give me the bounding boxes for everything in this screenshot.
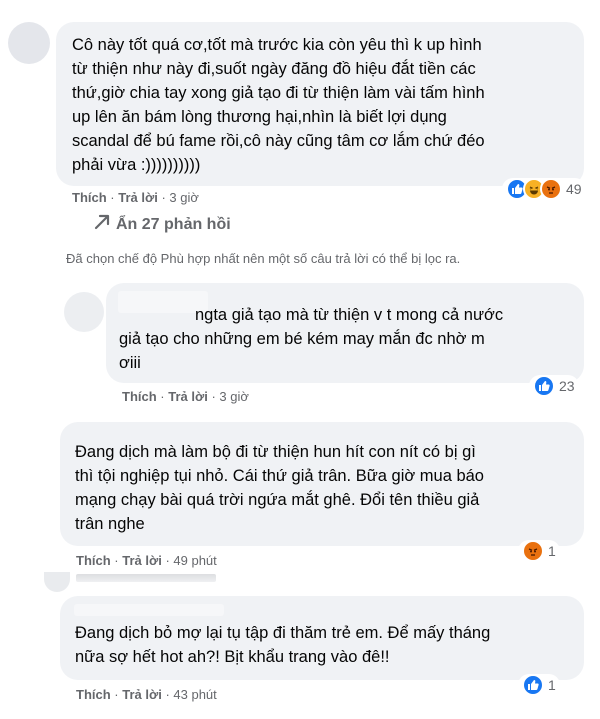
like-link[interactable]: Thích (76, 553, 111, 568)
reaction-count[interactable]: 23 (559, 378, 575, 394)
reaction-count[interactable]: 1 (548, 543, 556, 559)
like-link[interactable]: Thích (122, 389, 157, 404)
reaction-summary[interactable]: 49 (502, 178, 586, 200)
comment-time[interactable]: 3 giờ (169, 190, 199, 205)
avatar[interactable] (8, 22, 50, 64)
like-reaction-icon (533, 375, 555, 397)
angry-reaction-icon (522, 540, 544, 562)
filter-notice: Đã chọn chế độ Phù hợp nhất nên một số c… (66, 251, 461, 266)
reaction-summary[interactable]: 1 (518, 674, 560, 696)
comment-text: ngta giả tạo mà từ thiện v t mong cả nướ… (119, 306, 504, 372)
reply-link[interactable]: Trả lời (122, 687, 162, 702)
comment-text: Cô này tốt quá cơ,tốt mà trước kia còn y… (72, 36, 485, 174)
comment-actions: Thích · Trả lời · 43 phút (76, 687, 217, 702)
like-link[interactable]: Thích (76, 687, 111, 702)
avatar[interactable] (64, 292, 104, 332)
comment-time[interactable]: 3 giờ (219, 389, 249, 404)
reply-link[interactable]: Trả lời (118, 190, 158, 205)
reaction-summary[interactable]: 23 (529, 375, 579, 397)
reaction-count[interactable]: 1 (548, 677, 556, 693)
comment-text: Đang dịch mà làm bộ đi từ thiện hun hít … (75, 443, 484, 533)
reply-link[interactable]: Trả lời (168, 389, 208, 404)
comment-text: Đang dịch bỏ mợ lại tụ tập đi thăm trẻ e… (75, 624, 491, 666)
comment-bubble: Đang dịch bỏ mợ lại tụ tập đi thăm trẻ e… (60, 596, 584, 680)
reply-arrow-icon (94, 214, 110, 230)
angry-reaction-icon (540, 178, 562, 200)
comment-bubble: Cô này tốt quá cơ,tốt mà trước kia còn y… (56, 22, 584, 186)
clipped-comment-actions (76, 574, 216, 582)
redacted-name (74, 604, 224, 616)
comment-bubble: Đang dịch mà làm bộ đi từ thiện hun hít … (60, 422, 584, 546)
comment-actions: Thích · Trả lời · 3 giờ (122, 389, 249, 404)
reaction-summary[interactable]: 1 (518, 540, 560, 562)
comment-actions: Thích · Trả lời · 3 giờ (72, 190, 199, 205)
comment-bubble: ngta giả tạo mà từ thiện v t mong cả nướ… (106, 283, 584, 383)
reply-link[interactable]: Trả lời (122, 553, 162, 568)
hide-replies-link[interactable]: Ẩn 27 phản hồi (92, 214, 231, 234)
like-link[interactable]: Thích (72, 190, 107, 205)
reaction-count[interactable]: 49 (566, 181, 582, 197)
comment-actions: Thích · Trả lời · 49 phút (76, 553, 217, 568)
like-reaction-icon (522, 674, 544, 696)
comment-time[interactable]: 49 phút (173, 553, 216, 568)
avatar[interactable] (44, 572, 70, 592)
comment-time[interactable]: 43 phút (173, 687, 216, 702)
